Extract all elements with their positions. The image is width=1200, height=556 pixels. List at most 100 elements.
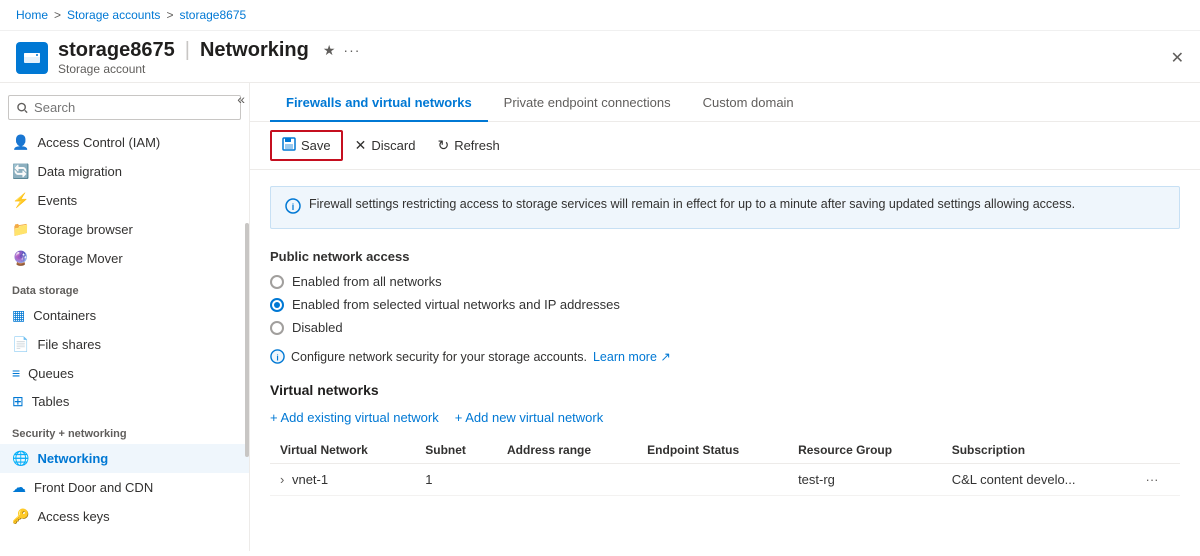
col-actions	[1135, 437, 1180, 464]
file-shares-icon: 📄	[12, 336, 29, 353]
sidebar-item-file-shares[interactable]: 📄 File shares	[0, 330, 249, 359]
config-note: i Configure network security for your st…	[270, 349, 1180, 364]
sidebar-item-storage-mover[interactable]: 🔮 Storage Mover	[0, 244, 249, 273]
sidebar-item-label: Access keys	[37, 509, 109, 524]
cell-virtual-network: › vnet-1	[270, 464, 415, 496]
public-access-label: Public network access	[270, 249, 1180, 264]
sidebar-item-label: File shares	[37, 337, 101, 352]
resource-name: storage8675	[58, 39, 175, 62]
sidebar: « 👤 Access Control (IAM) 🔄 Data migratio…	[0, 83, 250, 551]
tab-custom-domain[interactable]: Custom domain	[687, 83, 810, 122]
col-subscription: Subscription	[942, 437, 1136, 464]
sidebar-collapse-button[interactable]: «	[237, 91, 245, 107]
sidebar-item-networking[interactable]: 🌐 Networking	[0, 444, 249, 473]
front-door-icon: ☁	[12, 479, 26, 496]
svg-text:i: i	[276, 352, 278, 362]
table-row: › vnet-1 1 test-rg C&L content develo...…	[270, 464, 1180, 496]
storage-browser-icon: 📁	[12, 221, 29, 238]
breadcrumb: Home > Storage accounts > storage8675	[0, 0, 1200, 31]
security-section-label: Security + networking	[0, 416, 249, 444]
data-storage-section-label: Data storage	[0, 273, 249, 301]
sidebar-item-label: Events	[37, 193, 77, 208]
sidebar-item-data-migration[interactable]: 🔄 Data migration	[0, 157, 249, 186]
public-access-options: Enabled from all networks Enabled from s…	[270, 274, 1180, 335]
more-icon[interactable]: ···	[343, 42, 360, 59]
sidebar-item-label: Networking	[37, 451, 108, 466]
svg-text:i: i	[292, 202, 295, 212]
info-icon: i	[285, 198, 301, 218]
learn-more-link[interactable]: Learn more ↗	[593, 349, 671, 364]
sidebar-item-label: Containers	[33, 308, 96, 323]
discard-button[interactable]: ✕ Discard	[345, 132, 426, 159]
info-banner-text: Firewall settings restricting access to …	[309, 197, 1075, 211]
sidebar-item-events[interactable]: ⚡ Events	[0, 186, 249, 215]
virtual-networks-table: Virtual Network Subnet Address range End…	[270, 437, 1180, 496]
sidebar-item-label: Storage browser	[37, 222, 132, 237]
sidebar-item-label: Data migration	[37, 164, 122, 179]
sidebar-item-label: Queues	[28, 366, 74, 381]
cell-subnet: 1	[415, 464, 497, 496]
data-migration-icon: 🔄	[12, 163, 29, 180]
search-input[interactable]	[34, 100, 232, 115]
sidebar-item-queues[interactable]: ≡ Queues	[0, 359, 249, 387]
save-button[interactable]: Save	[270, 130, 343, 161]
toolbar: Save ✕ Discard ↻ Refresh	[250, 122, 1200, 170]
tab-bar: Firewalls and virtual networks Private e…	[250, 83, 1200, 122]
col-virtual-network: Virtual Network	[270, 437, 415, 464]
vnet-actions: + Add existing virtual network + Add new…	[270, 410, 1180, 425]
table-body: › vnet-1 1 test-rg C&L content develo...…	[270, 464, 1180, 496]
breadcrumb-sep2: >	[166, 8, 173, 22]
tables-icon: ⊞	[12, 393, 24, 410]
storage-icon	[16, 42, 48, 74]
star-icon[interactable]: ★	[323, 42, 336, 59]
breadcrumb-storage-accounts[interactable]: Storage accounts	[67, 8, 160, 22]
tab-firewalls[interactable]: Firewalls and virtual networks	[270, 83, 488, 122]
cell-endpoint-status	[637, 464, 788, 496]
close-button[interactable]: ✕	[1171, 48, 1184, 68]
cell-resource-group: test-rg	[788, 464, 942, 496]
sidebar-item-access-keys[interactable]: 🔑 Access keys	[0, 502, 249, 531]
row-expand-icon[interactable]: ›	[280, 472, 284, 487]
search-container	[8, 95, 241, 120]
sidebar-item-label: Front Door and CDN	[34, 480, 153, 495]
content-area: i Firewall settings restricting access t…	[250, 170, 1200, 512]
radio-circle-all	[270, 275, 284, 289]
breadcrumb-home[interactable]: Home	[16, 8, 48, 22]
radio-circle-disabled	[270, 321, 284, 335]
sidebar-item-tables[interactable]: ⊞ Tables	[0, 387, 249, 416]
sidebar-item-label: Tables	[32, 394, 70, 409]
add-new-vnet-button[interactable]: + Add new virtual network	[455, 410, 604, 425]
col-address-range: Address range	[497, 437, 637, 464]
radio-selected-networks[interactable]: Enabled from selected virtual networks a…	[270, 297, 1180, 312]
discard-icon: ✕	[355, 137, 367, 154]
search-icon	[17, 102, 28, 114]
radio-all-networks[interactable]: Enabled from all networks	[270, 274, 1180, 289]
sidebar-scrollbar[interactable]	[245, 223, 249, 457]
cell-row-actions: ···	[1135, 464, 1180, 496]
events-icon: ⚡	[12, 192, 29, 209]
row-ellipsis-button[interactable]: ···	[1145, 472, 1158, 487]
sidebar-item-containers[interactable]: ▦ Containers	[0, 301, 249, 330]
sidebar-item-label: Access Control (IAM)	[37, 135, 160, 150]
containers-icon: ▦	[12, 307, 25, 324]
sidebar-item-front-door[interactable]: ☁ Front Door and CDN	[0, 473, 249, 502]
info-banner: i Firewall settings restricting access t…	[270, 186, 1180, 229]
header-text: storage8675 | Networking ★ ··· Storage a…	[58, 39, 360, 76]
radio-disabled[interactable]: Disabled	[270, 320, 1180, 335]
save-icon	[282, 137, 296, 154]
access-control-icon: 👤	[12, 134, 29, 151]
sidebar-item-access-control[interactable]: 👤 Access Control (IAM)	[0, 128, 249, 157]
tab-private-endpoints[interactable]: Private endpoint connections	[488, 83, 687, 122]
sidebar-item-label: Storage Mover	[37, 251, 122, 266]
add-existing-vnet-button[interactable]: + Add existing virtual network	[270, 410, 439, 425]
breadcrumb-current[interactable]: storage8675	[179, 8, 246, 22]
sidebar-item-storage-browser[interactable]: 📁 Storage browser	[0, 215, 249, 244]
storage-mover-icon: 🔮	[12, 250, 29, 267]
virtual-networks-title: Virtual networks	[270, 382, 1180, 398]
main-layout: « 👤 Access Control (IAM) 🔄 Data migratio…	[0, 83, 1200, 551]
page-header: storage8675 | Networking ★ ··· Storage a…	[0, 31, 1200, 83]
queues-icon: ≡	[12, 365, 20, 381]
refresh-button[interactable]: ↻ Refresh	[427, 132, 509, 159]
page-name: Networking	[200, 39, 309, 62]
col-endpoint-status: Endpoint Status	[637, 437, 788, 464]
